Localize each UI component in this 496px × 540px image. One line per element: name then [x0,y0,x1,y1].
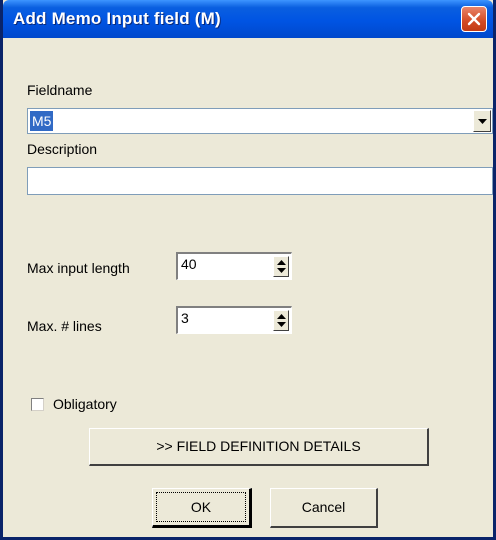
max-input-length-label: Max input length [27,260,130,276]
max-lines-label: Max. # lines [27,318,102,334]
description-input[interactable] [27,167,493,195]
window-title: Add Memo Input field (M) [13,9,221,28]
obligatory-checkbox[interactable] [31,398,44,411]
field-definition-details-button[interactable]: >> FIELD DEFINITION DETAILS [89,428,429,466]
close-icon [467,12,481,26]
description-label: Description [27,141,98,157]
fieldname-combobox[interactable]: M5 [27,108,493,134]
max-lines-value: 3 [181,310,189,326]
ok-button[interactable]: OK [152,488,252,528]
cancel-label: Cancel [301,499,346,515]
max-lines-spin-buttons[interactable] [273,310,289,331]
spin-up-down-icon [277,260,286,273]
max-input-length-spinner[interactable]: 40 [176,252,292,280]
spin-down-icon [277,268,286,273]
spin-up-icon [277,260,286,265]
title-bar[interactable]: Add Memo Input field (M) [3,0,493,38]
max-input-length-value: 40 [181,256,197,272]
fieldname-dropdown-button[interactable] [473,110,491,132]
max-lines-spinner[interactable]: 3 [176,306,292,334]
cancel-button[interactable]: Cancel [270,488,378,528]
spin-up-icon [277,314,286,319]
obligatory-label: Obligatory [53,396,117,412]
max-input-length-spin-buttons[interactable] [273,256,289,277]
dialog-window: Add Memo Input field (M) Fieldname M5 De… [0,0,496,540]
focus-rectangle [156,492,246,522]
spin-up-down-icon [277,314,286,327]
close-button[interactable] [461,6,487,32]
field-definition-details-label: >> FIELD DEFINITION DETAILS [156,438,361,454]
fieldname-label: Fieldname [27,82,93,98]
fieldname-value: M5 [30,111,54,131]
dropdown-arrow-icon [478,119,487,124]
spin-down-icon [277,322,286,327]
